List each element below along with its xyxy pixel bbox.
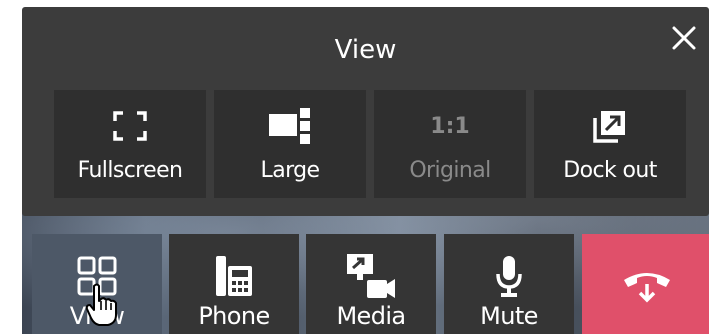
dock-out-label: Dock out: [563, 158, 657, 183]
desk-phone-icon: [216, 256, 252, 296]
microphone-icon: [496, 256, 522, 297]
media-share-icon: [347, 254, 395, 298]
close-button[interactable]: [667, 21, 701, 55]
mute-label: Mute: [480, 302, 538, 330]
fullscreen-label: Fullscreen: [77, 158, 183, 183]
dock-out-icon: [593, 111, 625, 143]
large-layout-icon: [269, 108, 310, 144]
phone-label: Phone: [198, 302, 270, 330]
original-label: Original: [409, 158, 491, 183]
hang-up-icon: [624, 273, 670, 303]
media-label: Media: [336, 302, 406, 330]
large-label: Large: [260, 158, 321, 183]
large-option[interactable]: Large: [214, 90, 366, 198]
fullscreen-icon: [113, 111, 147, 141]
phone-button[interactable]: Phone: [169, 234, 299, 334]
popup-title: View: [334, 35, 397, 65]
view-popup: View Fullscreen Large 1:1 Original Dock …: [22, 7, 709, 216]
fullscreen-option[interactable]: Fullscreen: [54, 90, 206, 198]
ratio-icon: 1:1: [430, 113, 470, 139]
original-option[interactable]: 1:1 Original: [374, 90, 526, 198]
close-icon: [672, 26, 696, 50]
dock-out-option[interactable]: Dock out: [534, 90, 686, 198]
hang-up-button[interactable]: [582, 234, 709, 334]
media-button[interactable]: Media: [306, 234, 436, 334]
mute-button[interactable]: Mute: [444, 234, 574, 334]
hand-cursor-icon: [85, 283, 117, 326]
